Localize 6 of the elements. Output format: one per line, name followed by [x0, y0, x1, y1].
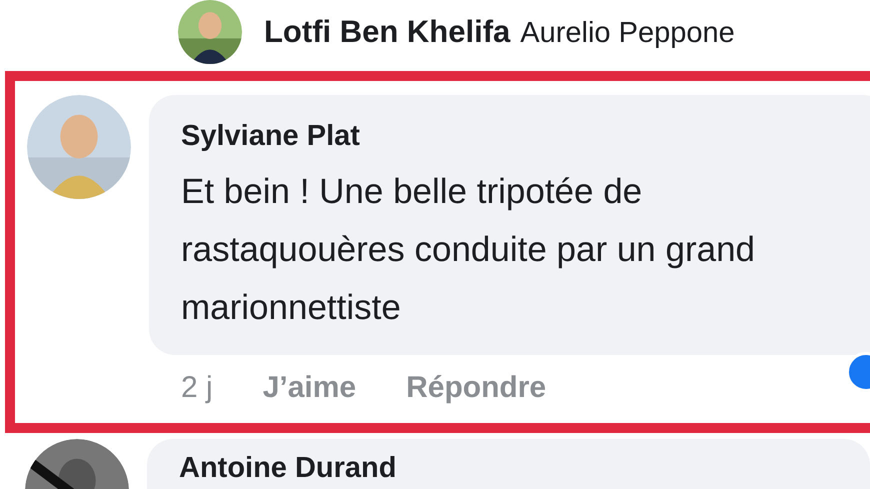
reply-text: Aurelio Peppone	[520, 16, 735, 51]
author-name[interactable]: Antoine Durand	[179, 447, 870, 489]
author-name[interactable]: Lotfi Ben Khelifa	[264, 8, 510, 56]
comment-text: Et bein ! Une belle tripotée de rastaquouères conduite par un grand marionnettiste	[181, 170, 756, 328]
timestamp: 2 j	[181, 370, 213, 406]
author-name[interactable]: Sylviane Plat	[181, 115, 869, 158]
